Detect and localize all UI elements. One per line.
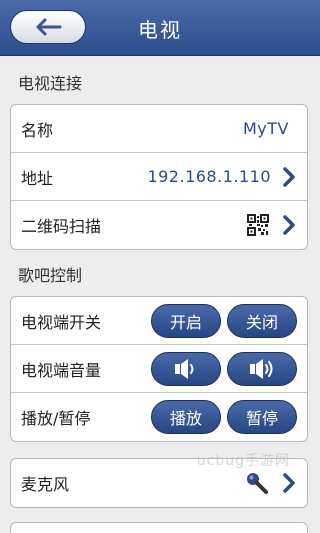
section-title-tv-connection: 电视连接 (18, 74, 83, 93)
power-off-button[interactable]: 关闭 (227, 303, 297, 338)
tv-power-label: 电视端开关 (21, 312, 102, 332)
volume-up-button[interactable] (227, 351, 297, 386)
tv-name-row: 名称 MyTV (11, 105, 307, 153)
volume-down-button[interactable] (151, 351, 221, 386)
tv-name-value: MyTV (243, 119, 289, 138)
tv-address-row[interactable]: 地址 192.168.1.110 (11, 153, 307, 201)
tv-power-row: 电视端开关 开启 关闭 (11, 297, 307, 345)
microphone-icon (247, 473, 268, 494)
play-button[interactable]: 播放 (151, 400, 221, 434)
speaker-low-icon (175, 358, 194, 379)
microphone-label: 麦克风 (21, 475, 70, 494)
tv-volume-row: 电视端音量 (11, 345, 307, 393)
tv-name-label: 名称 (21, 120, 54, 140)
pause-button[interactable]: 暂停 (227, 400, 297, 434)
tv-connection-card: 名称 MyTV 地址 192.168.1.110 二维码扫描 (10, 104, 308, 250)
watermark: ucbug手游网 (196, 453, 290, 469)
top-bar: 电视 (0, 0, 320, 56)
chevron-right-icon (283, 215, 295, 235)
tv-address-value: 192.168.1.110 (147, 167, 271, 186)
karaoke-control-card: 电视端开关 开启 关闭 电视端音量 播放/暂停 播放 暂停 (10, 296, 308, 442)
chevron-right-icon (283, 166, 295, 187)
page-title: 电视 (138, 18, 182, 42)
tv-address-label: 地址 (21, 168, 54, 188)
section-title-karaoke-control: 歌吧控制 (18, 266, 83, 285)
qr-scan-row[interactable]: 二维码扫描 (11, 201, 307, 249)
tv-volume-label: 电视端音量 (21, 360, 102, 380)
chevron-right-icon (283, 473, 295, 493)
power-on-button[interactable]: 开启 (151, 303, 221, 338)
qr-code-icon (247, 214, 269, 236)
next-card-partial (10, 522, 308, 533)
play-pause-label: 播放/暂停 (21, 409, 91, 428)
play-pause-row: 播放/暂停 播放 暂停 (11, 393, 307, 441)
qr-scan-label: 二维码扫描 (21, 217, 102, 236)
speaker-high-icon (250, 358, 273, 379)
